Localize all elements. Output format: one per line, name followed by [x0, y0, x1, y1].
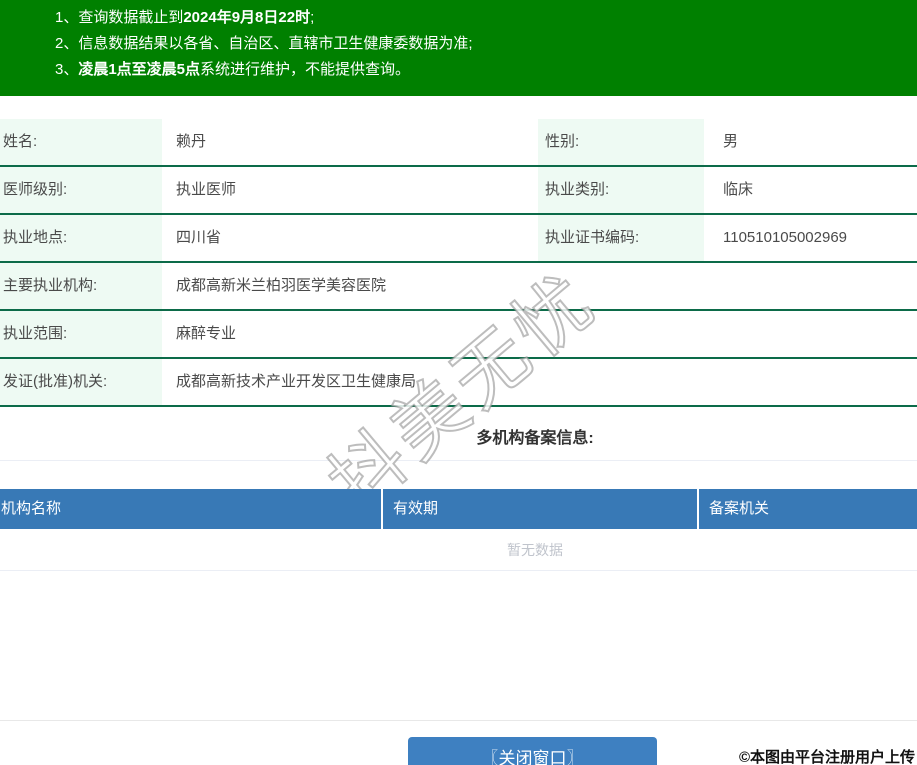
info-row: 主要执业机构: 成都高新米兰柏羽医学美容医院: [0, 263, 917, 311]
info-value: 赖丹: [176, 133, 207, 150]
notice-text: 1、查询数据截止到: [55, 9, 184, 26]
notice-line-3: 3、凌晨1点至凌晨5点系统进行维护，不能提供查询。: [55, 57, 917, 83]
multi-org-section-title: 多机构备案信息:: [476, 430, 594, 447]
info-row: 执业地点: 四川省 执业证书编码: 110510105002969: [0, 215, 917, 263]
query-result-page: 1、查询数据截止到2024年9月8日22时; 2、信息数据结果以各省、自治区、直辖…: [0, 0, 917, 765]
info-row: 医师级别: 执业医师 执业类别: 临床: [0, 167, 917, 215]
info-label: 性别:: [538, 119, 704, 165]
filing-header-cell: 有效期: [383, 489, 697, 529]
info-label: 执业证书编码:: [538, 215, 704, 261]
filing-empty-row: 暂无数据: [0, 530, 917, 570]
info-value: 四川省: [176, 229, 222, 246]
notice-text: 2、信息数据结果以各省、自治区、直辖市卫生健康委数据为准;: [55, 35, 473, 52]
info-value: 临床: [723, 181, 754, 198]
info-label: 执业地点:: [0, 215, 162, 261]
notice-line-2: 2、信息数据结果以各省、自治区、直辖市卫生健康委数据为准;: [55, 31, 917, 57]
notice-text: 系统进行维护，不能提供查询。: [200, 61, 411, 78]
info-value: 执业医师: [176, 181, 237, 198]
notice-text: 3、: [55, 61, 79, 78]
info-label: 医师级别:: [0, 167, 162, 213]
filing-header-cell: 备案机关: [699, 489, 917, 529]
info-label: 执业类别:: [538, 167, 704, 213]
info-row: 执业范围: 麻醉专业: [0, 311, 917, 359]
close-window-button[interactable]: 〖关闭窗口〗: [408, 737, 657, 765]
info-value: 男: [723, 133, 739, 150]
notice-bold-text: 凌晨1点至凌晨5点: [78, 61, 201, 78]
info-row: 姓名: 赖丹 性别: 男: [0, 119, 917, 167]
info-value: 成都高新技术产业开发区卫生健康局: [176, 373, 417, 390]
image-credit-watermark: ©本图由平台注册用户上传: [738, 749, 915, 765]
filing-table-bottom-border: [0, 570, 917, 571]
info-label: 发证(批准)机关:: [0, 359, 162, 405]
notice-banner: 1、查询数据截止到2024年9月8日22时; 2、信息数据结果以各省、自治区、直辖…: [0, 0, 917, 96]
filing-table-top-border: [0, 460, 917, 461]
info-label: 执业范围:: [0, 311, 162, 357]
notice-bold-text: 2024年9月8日22时: [183, 9, 311, 26]
info-value: 麻醉专业: [176, 325, 237, 342]
notice-text: ;: [310, 9, 315, 26]
filing-header-cell: 机构名称: [0, 489, 381, 529]
empty-data-text: 暂无数据: [507, 542, 563, 558]
info-value: 成都高新米兰柏羽医学美容医院: [176, 277, 387, 294]
info-label: 姓名:: [0, 119, 162, 165]
footer-divider: [0, 720, 917, 721]
info-label: 主要执业机构:: [0, 263, 162, 309]
info-row: 发证(批准)机关: 成都高新技术产业开发区卫生健康局: [0, 359, 917, 407]
info-value: 110510105002969: [723, 229, 848, 246]
notice-line-1: 1、查询数据截止到2024年9月8日22时;: [55, 5, 917, 31]
